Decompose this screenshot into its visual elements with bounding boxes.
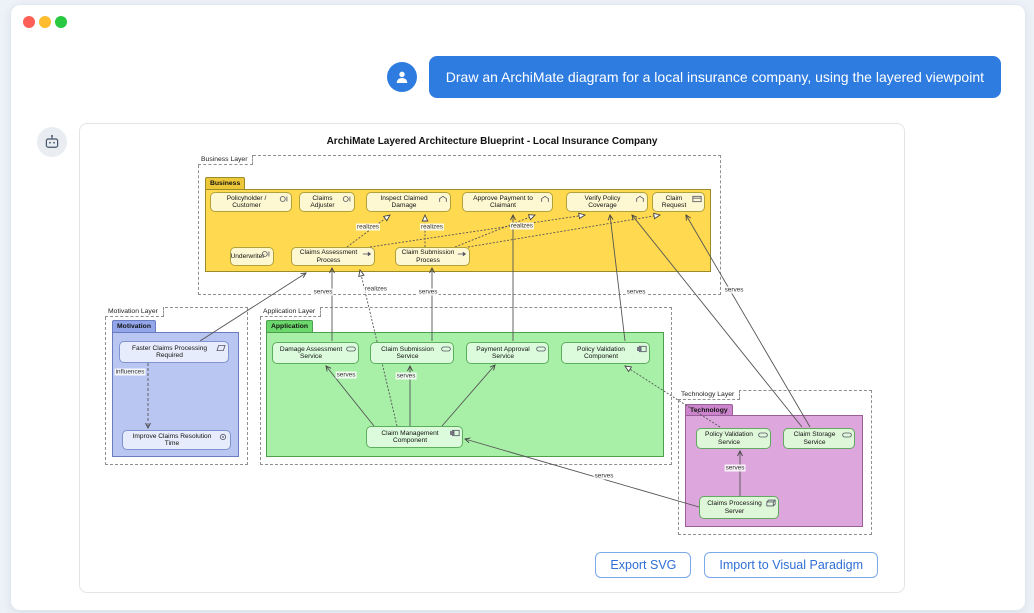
node-label: Payment Approval Service <box>470 346 536 360</box>
node-label: Claims Adjuster <box>303 195 342 209</box>
import-visual-paradigm-button[interactable]: Import to Visual Paradigm <box>704 552 878 578</box>
node-claims-assessment-process: Claims Assessment Process <box>291 247 375 266</box>
node-label: Approve Payment to Claimant <box>466 195 540 209</box>
node-label: Claim Storage Service <box>787 431 842 445</box>
edge-label-serves: serves <box>336 372 357 379</box>
business-role-icon <box>261 250 271 258</box>
assistant-avatar <box>37 127 67 157</box>
node-damage-assessment-service: Damage Assessment Service <box>272 342 359 364</box>
business-role-icon <box>342 195 352 203</box>
business-process-icon <box>362 250 372 258</box>
user-avatar <box>387 62 417 92</box>
person-icon <box>393 68 411 86</box>
app-window: Draw an ArchiMate diagram for a local in… <box>10 4 1026 611</box>
node-claim-management-component: Claim Management Component <box>366 426 463 448</box>
node-policyholder-customer: Policyholder / Customer <box>210 192 292 212</box>
export-svg-button[interactable]: Export SVG <box>595 552 691 578</box>
node-label: Verify Policy Coverage <box>570 195 635 209</box>
node-claim-request: Claim Request <box>652 192 705 212</box>
service-icon <box>441 345 451 353</box>
technology-layer-label: Technology Layer <box>678 390 740 400</box>
edge-label-realizes: realizes <box>510 223 534 230</box>
edge-label-serves: serves <box>725 465 746 472</box>
node-label: Underwriter <box>230 253 264 260</box>
goal-icon <box>218 433 228 441</box>
action-buttons: Export SVG Import to Visual Paradigm <box>595 552 878 578</box>
node-approve-payment: Approve Payment to Claimant <box>462 192 553 212</box>
node-label: Inspect Claimed Damage <box>370 195 438 209</box>
edge-label-serves: serves <box>724 287 745 294</box>
business-layer-label: Business Layer <box>198 155 253 165</box>
node-label: Faster Claims Processing Required <box>123 345 216 359</box>
edge-label-serves: serves <box>626 289 647 296</box>
node-label: Claim Management Component <box>370 430 450 444</box>
business-object-icon <box>692 195 702 203</box>
edge-label-serves: serves <box>594 473 615 480</box>
edge-label-influences: influences <box>115 369 146 376</box>
diagram-panel: ArchiMate Layered Architecture Blueprint… <box>79 123 905 593</box>
application-package-tab: Application <box>266 320 313 332</box>
service-icon <box>758 431 768 439</box>
node-label: Claims Assessment Process <box>295 249 362 263</box>
node-label: Policy Validation Component <box>565 346 637 360</box>
business-function-icon <box>540 195 550 203</box>
edge-label-realizes: realizes <box>420 224 444 231</box>
business-process-icon <box>457 250 467 258</box>
motivation-package-tab: Motivation <box>112 320 156 332</box>
node-claim-submission-process: Claim Submission Process <box>395 247 470 266</box>
edge-label-serves: serves <box>396 373 417 380</box>
node-claim-submission-service: Claim Submission Service <box>370 342 454 364</box>
node-label: Claim Submission Process <box>399 249 457 263</box>
business-function-icon <box>635 195 645 203</box>
node-underwriter: Underwriter <box>230 247 274 266</box>
node-claim-storage-service: Claim Storage Service <box>783 428 855 449</box>
business-function-icon <box>438 195 448 203</box>
requirement-icon <box>216 344 226 352</box>
edge-label-realizes: realizes <box>356 224 380 231</box>
motivation-layer-label: Motivation Layer <box>105 307 164 317</box>
edge-label-realizes: realizes <box>364 286 388 293</box>
service-icon <box>346 345 356 353</box>
node-label: Claims Processing Server <box>703 500 766 514</box>
application-layer-label: Application Layer <box>260 307 321 317</box>
node-device-icon <box>766 499 776 507</box>
business-role-icon <box>279 195 289 203</box>
node-policy-validation-service: Policy Validation Service <box>696 428 771 449</box>
close-button[interactable] <box>23 16 35 28</box>
edge-label-serves: serves <box>418 289 439 296</box>
component-icon <box>450 429 460 437</box>
node-inspect-claimed-damage: Inspect Claimed Damage <box>366 192 451 212</box>
node-label: Policyholder / Customer <box>214 195 279 209</box>
business-package-tab: Business <box>205 177 245 189</box>
node-improve-claims-resolution: Improve Claims Resolution Time <box>122 430 231 450</box>
node-label: Improve Claims Resolution Time <box>126 433 218 447</box>
node-claims-processing-server: Claims Processing Server <box>699 496 779 519</box>
node-label: Claim Request <box>656 195 692 209</box>
node-payment-approval-service: Payment Approval Service <box>466 342 549 364</box>
service-icon <box>842 431 852 439</box>
node-label: Policy Validation Service <box>700 431 758 445</box>
service-icon <box>536 345 546 353</box>
user-message-row: Draw an ArchiMate diagram for a local in… <box>387 56 1001 98</box>
node-label: Claim Submission Service <box>374 346 441 360</box>
component-icon <box>637 345 647 353</box>
zoom-button[interactable] <box>55 16 67 28</box>
node-claims-adjuster: Claims Adjuster <box>299 192 355 212</box>
minimize-button[interactable] <box>39 16 51 28</box>
node-policy-validation-component: Policy Validation Component <box>561 342 650 364</box>
robot-icon <box>43 133 61 151</box>
node-label: Damage Assessment Service <box>276 346 346 360</box>
node-verify-policy-coverage: Verify Policy Coverage <box>566 192 648 212</box>
diagram-title: ArchiMate Layered Architecture Blueprint… <box>80 136 904 147</box>
edge-label-serves: serves <box>313 289 334 296</box>
user-message-bubble: Draw an ArchiMate diagram for a local in… <box>429 56 1001 98</box>
node-faster-claims-processing: Faster Claims Processing Required <box>119 341 229 363</box>
